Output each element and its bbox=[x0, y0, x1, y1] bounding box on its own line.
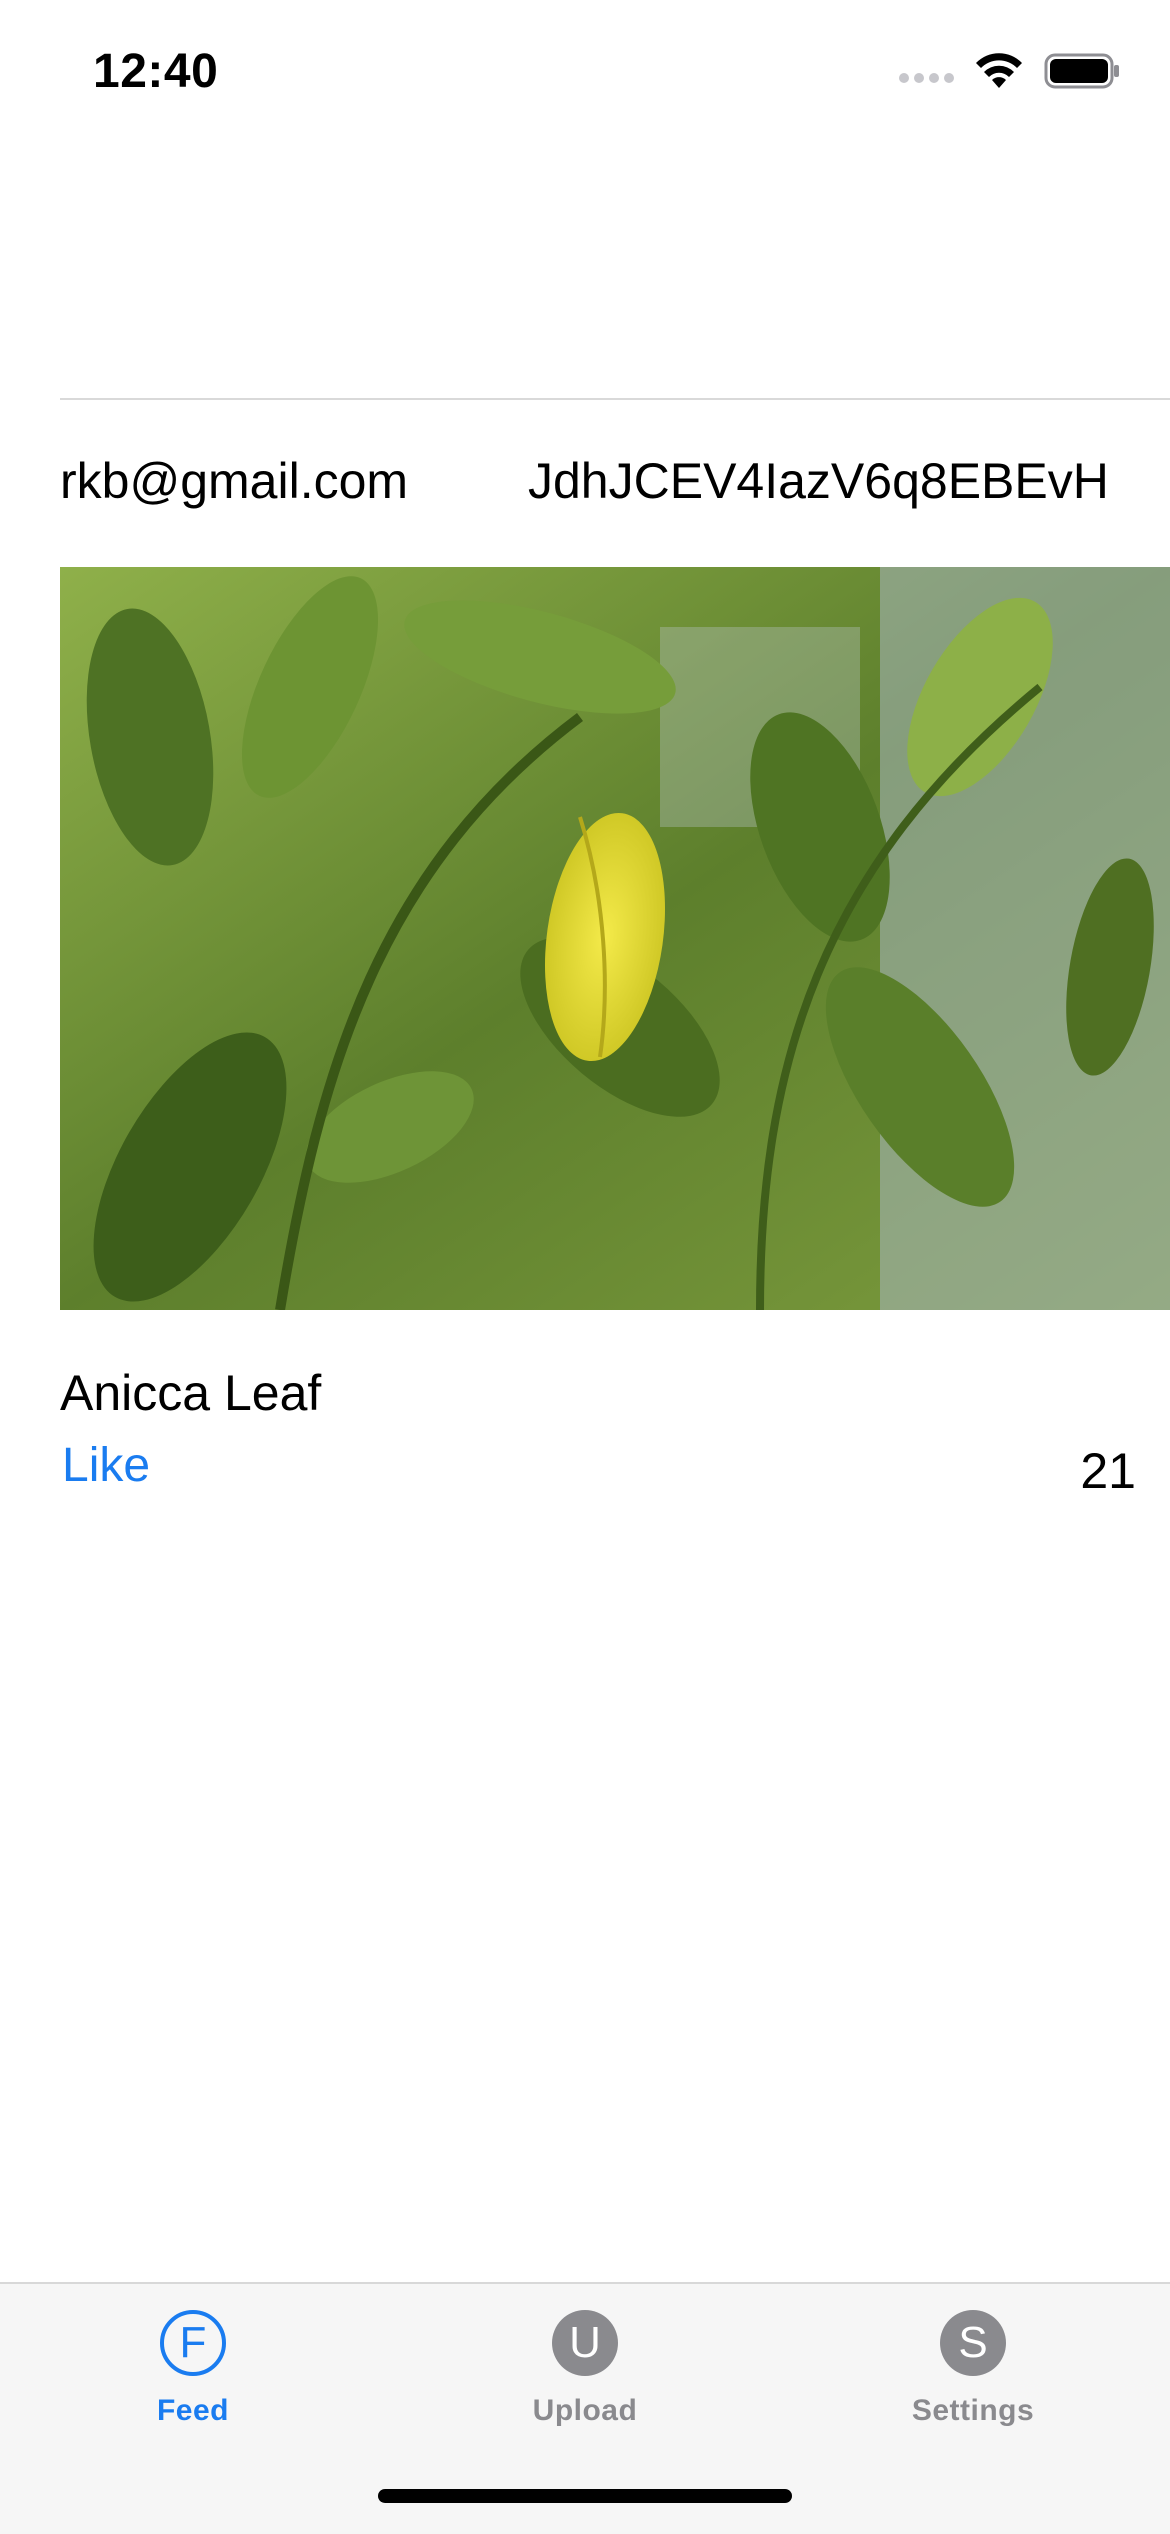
like-count: 21 bbox=[1080, 1443, 1136, 1499]
status-bar: 12:40 bbox=[0, 0, 1170, 140]
tab-feed[interactable]: F Feed bbox=[93, 2310, 293, 2428]
tab-feed-label: Feed bbox=[156, 2394, 230, 2427]
home-indicator[interactable] bbox=[378, 2489, 792, 2503]
post-author-email: rkb@gmail.com bbox=[60, 453, 409, 509]
post-image bbox=[60, 567, 1170, 1310]
post-id: JdhJCEV4IazV6q8EBEvH bbox=[528, 453, 1109, 509]
wifi-icon bbox=[974, 52, 1024, 90]
status-time: 12:40 bbox=[93, 45, 219, 98]
feed-icon: F bbox=[160, 2310, 226, 2376]
post-caption: Anicca Leaf bbox=[60, 1365, 322, 1421]
tab-settings[interactable]: S Settings bbox=[873, 2310, 1073, 2428]
status-icons bbox=[899, 52, 1120, 90]
battery-icon bbox=[1044, 52, 1120, 90]
tab-settings-label: Settings bbox=[911, 2394, 1035, 2427]
tab-upload[interactable]: U Upload bbox=[485, 2310, 685, 2428]
signal-icon bbox=[899, 73, 954, 83]
like-button[interactable]: Like bbox=[62, 1438, 150, 1493]
divider bbox=[60, 398, 1170, 400]
tab-upload-label: Upload bbox=[532, 2394, 638, 2427]
settings-icon: S bbox=[940, 2310, 1006, 2376]
upload-icon: U bbox=[552, 2310, 618, 2376]
